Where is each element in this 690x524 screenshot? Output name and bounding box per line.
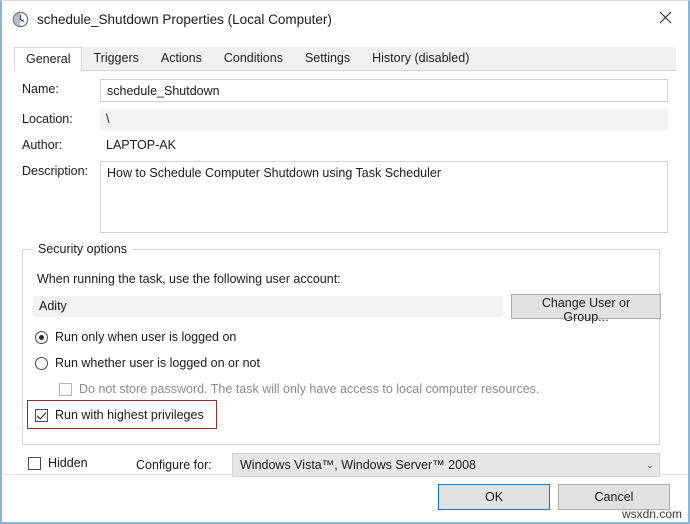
name-label: Name: <box>22 82 59 96</box>
location-value: \ <box>100 109 668 130</box>
author-row: Author: LAPTOP-AK <box>22 135 672 155</box>
tab-triggers[interactable]: Triggers <box>82 47 149 70</box>
location-row: Location: \ <box>22 109 672 130</box>
radio-indicator <box>35 356 48 370</box>
task-scheduler-clock-icon <box>12 11 29 27</box>
tab-actions[interactable]: Actions <box>150 47 213 70</box>
task-properties-dialog: schedule_Shutdown Properties (Local Comp… <box>0 0 690 524</box>
radio-indicator <box>35 330 48 344</box>
security-options-group: Security options When running the task, … <box>22 242 661 445</box>
tab-history[interactable]: History (disabled) <box>361 47 480 70</box>
change-user-or-group-button[interactable]: Change User or Group... <box>511 294 661 324</box>
watermark: wsxdn.com <box>621 507 682 521</box>
tab-settings[interactable]: Settings <box>294 47 361 70</box>
close-icon <box>659 11 671 23</box>
tab-general[interactable]: General <box>14 47 83 71</box>
checkbox-hidden[interactable]: Hidden <box>28 456 88 470</box>
checkbox-run-with-highest-privileges-label: Run with highest privileges <box>55 408 204 422</box>
configure-for-value: Windows Vista™, Windows Server™ 2008 <box>240 458 476 472</box>
title-bar: schedule_Shutdown Properties (Local Comp… <box>2 1 688 37</box>
configure-for-label: Configure for: <box>136 458 212 472</box>
checkbox-indicator <box>35 408 48 422</box>
checkbox-indicator <box>28 456 41 470</box>
name-row: Name: <box>22 79 672 102</box>
chevron-down-icon: ⌄ <box>646 459 654 470</box>
tab-strip: General Triggers Actions Conditions Sett… <box>14 47 676 71</box>
author-value: LAPTOP-AK <box>106 138 176 152</box>
checkbox-hidden-label: Hidden <box>48 456 88 470</box>
security-options-legend: Security options <box>33 242 132 256</box>
checkbox-do-not-store-password[interactable]: Do not store password. The task will onl… <box>59 382 539 396</box>
author-label: Author: <box>22 138 63 152</box>
account-prompt: When running the task, use the following… <box>37 272 341 286</box>
window-title: schedule_Shutdown Properties (Local Comp… <box>37 11 332 27</box>
location-label: Location: <box>22 112 73 126</box>
checkbox-indicator <box>59 382 72 396</box>
description-row: Description: <box>22 161 672 233</box>
description-label: Description: <box>22 164 88 178</box>
general-tab-panel: Name: Location: \ Author: LAPTOP-AK Desc… <box>14 71 676 477</box>
radio-run-whether-logged-on-or-not[interactable]: Run whether user is logged on or not <box>35 356 260 370</box>
description-input[interactable] <box>100 161 668 233</box>
user-account-value: Adity <box>33 296 503 317</box>
footer-divider <box>2 474 688 475</box>
tab-conditions[interactable]: Conditions <box>213 47 294 70</box>
ok-button[interactable]: OK <box>438 484 550 510</box>
close-button[interactable] <box>642 1 688 33</box>
name-input[interactable] <box>100 79 668 102</box>
radio-run-whether-logged-on-or-not-label: Run whether user is logged on or not <box>55 356 260 370</box>
checkbox-run-with-highest-privileges[interactable]: Run with highest privileges <box>35 408 204 422</box>
checkbox-do-not-store-password-label: Do not store password. The task will onl… <box>79 382 540 396</box>
radio-run-only-when-logged-on[interactable]: Run only when user is logged on <box>35 330 236 344</box>
radio-run-only-when-logged-on-label: Run only when user is logged on <box>55 330 237 344</box>
